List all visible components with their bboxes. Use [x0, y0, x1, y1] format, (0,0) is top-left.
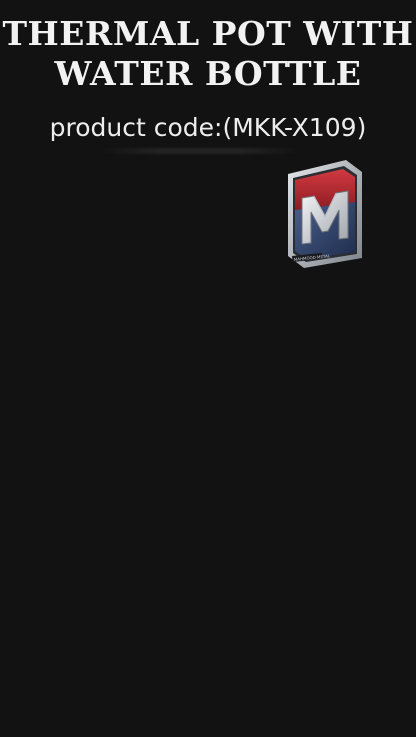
title-line-1: THERMAL POT WITH — [2, 14, 414, 53]
faded-text-artifact — [100, 148, 300, 154]
title-line-2: WATER BOTTLE — [54, 54, 362, 93]
product-code: product code:(MKK-X109) — [49, 113, 367, 142]
product-title: THERMAL POT WITH WATER BOTTLE — [0, 14, 416, 94]
page: THERMAL POT WITH WATER BOTTLE product co… — [0, 0, 416, 737]
brand-logo-icon: MAHMOOD METAL — [288, 160, 362, 268]
